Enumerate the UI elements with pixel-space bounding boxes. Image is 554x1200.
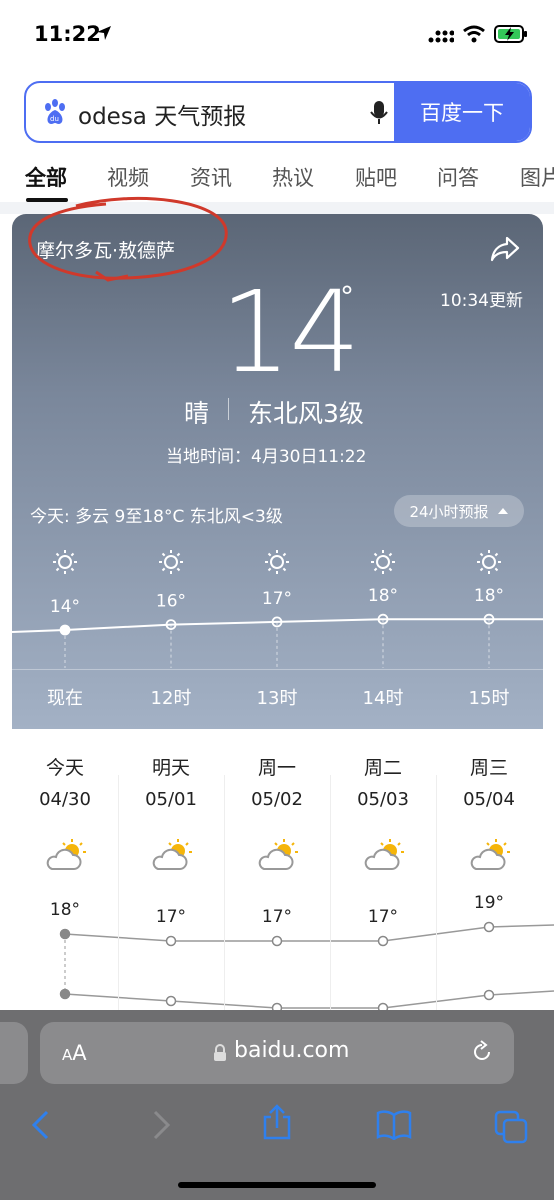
hourly-temp-label: 18° [368, 586, 398, 606]
day-date: 05/04 [463, 789, 515, 810]
partly-cloudy-icon [468, 839, 512, 877]
today-summary: 今天: 多云 9至18°C 东北风<3级 [30, 507, 283, 527]
sun-icon [159, 550, 183, 574]
forward-icon[interactable] [150, 1110, 172, 1144]
location-arrow-icon [96, 25, 112, 45]
caret-up-icon [497, 508, 508, 514]
bookmarks-icon[interactable] [376, 1110, 412, 1144]
previous-tab-preview[interactable] [0, 1022, 28, 1084]
day-high-temp: 17° [155, 907, 187, 927]
sun-icon [371, 550, 395, 574]
day-date: 05/01 [145, 789, 197, 810]
wind-info: 东北风3级 [248, 399, 364, 428]
tab-qa[interactable]: 问答 [437, 162, 479, 192]
hourly-time-label: 现在 [47, 688, 83, 709]
daily-forecast: 今天 04/30 18° 明天 05/01 17° 周一 05/02 17° 周… [12, 729, 554, 1025]
baidu-paw-icon: du [42, 99, 68, 131]
home-indicator [178, 1182, 376, 1188]
url-text[interactable]: baidu.com [234, 1038, 349, 1063]
tab-images[interactable]: 图片 [520, 162, 554, 192]
back-icon[interactable] [30, 1110, 52, 1144]
hourly-temp-label: 17° [262, 589, 292, 609]
daily-column[interactable]: 周三 05/04 19° [436, 729, 542, 1019]
wifi-icon [462, 25, 486, 47]
day-date: 05/03 [357, 789, 409, 810]
degree-symbol: ° [340, 280, 354, 313]
day-date: 04/30 [39, 789, 91, 810]
tabs-icon[interactable] [494, 1110, 528, 1148]
cellular-signal-icon [428, 28, 455, 48]
share-icon[interactable] [490, 236, 520, 266]
hourly-time-label: 14时 [363, 688, 404, 709]
status-bar: 11:22 [0, 0, 554, 70]
hourly-time-label: 12时 [151, 688, 192, 709]
tab-discussion[interactable]: 热议 [272, 162, 314, 192]
update-time: 10:34更新 [440, 291, 523, 311]
battery-charging-icon [494, 24, 528, 48]
hourly-temp-label: 16° [156, 592, 186, 612]
day-name: 周一 [257, 757, 296, 779]
browser-toolbar: AA baidu.com [0, 1010, 554, 1200]
partly-cloudy-icon [150, 839, 194, 877]
reload-icon[interactable] [470, 1040, 494, 1068]
address-bar[interactable]: AA baidu.com [40, 1022, 514, 1084]
day-name: 今天 [45, 757, 84, 779]
day-high-temp: 18° [49, 900, 81, 920]
partly-cloudy-icon [362, 839, 406, 877]
day-high-temp: 19° [473, 893, 505, 913]
sun-icon [265, 550, 289, 574]
tab-tieba[interactable]: 贴吧 [355, 162, 397, 192]
tab-all[interactable]: 全部 [25, 162, 67, 192]
day-name: 明天 [151, 757, 190, 779]
hourly-time-label: 15时 [469, 688, 510, 709]
day-high-temp: 17° [367, 907, 399, 927]
search-input[interactable]: odesa 天气预报 [78, 97, 246, 131]
lock-icon [212, 1043, 228, 1067]
hourly-time-label: 13时 [257, 688, 298, 709]
hourly-forecast-button[interactable]: 24小时预报 [394, 495, 524, 527]
hourly-forecast-label: 24小时预报 [409, 502, 489, 521]
day-date: 05/02 [251, 789, 303, 810]
aa-label: A [72, 1041, 87, 1065]
local-time: 当地时间：4月30日11:22 [166, 447, 367, 467]
separator [228, 398, 229, 420]
day-name: 周二 [363, 757, 402, 779]
sun-icon [477, 550, 501, 574]
partly-cloudy-icon [44, 839, 88, 877]
tab-news[interactable]: 资讯 [190, 162, 232, 192]
daily-column[interactable]: 周一 05/02 17° [224, 729, 330, 1019]
status-time: 11:22 [34, 22, 101, 46]
reader-options-button[interactable]: AA [62, 1041, 87, 1065]
weather-condition: 晴 [184, 399, 210, 428]
svg-text:du: du [50, 115, 59, 123]
hourly-point [59, 624, 71, 636]
search-button[interactable]: 百度一下 [394, 83, 530, 141]
hourly-temp-label: 18° [474, 586, 504, 606]
partly-cloudy-icon [256, 839, 300, 877]
share-sheet-icon[interactable] [262, 1104, 292, 1144]
current-temperature: 14 [220, 268, 361, 398]
day-name: 周三 [469, 757, 508, 779]
tab-video[interactable]: 视频 [107, 162, 149, 192]
sun-icon [53, 550, 77, 574]
hourly-chart: 14° 现在 16° 12时 17° 13时 18° 14时 18° 15时 [12, 550, 543, 709]
daily-column[interactable]: 明天 05/01 17° [118, 729, 224, 1019]
annotation-circle [28, 197, 228, 282]
daily-column[interactable]: 周二 05/03 17° [330, 729, 436, 1019]
hourly-divider [12, 669, 543, 670]
screen: 11:22 du odesa 天气预报 百度一下 全部 视频 资讯 热议 贴吧 … [0, 0, 554, 1200]
search-bar[interactable]: du odesa 天气预报 百度一下 [24, 81, 532, 143]
hourly-temp-label: 14° [50, 597, 80, 617]
day-high-temp: 17° [261, 907, 293, 927]
daily-column[interactable]: 今天 04/30 18° [12, 729, 118, 1019]
